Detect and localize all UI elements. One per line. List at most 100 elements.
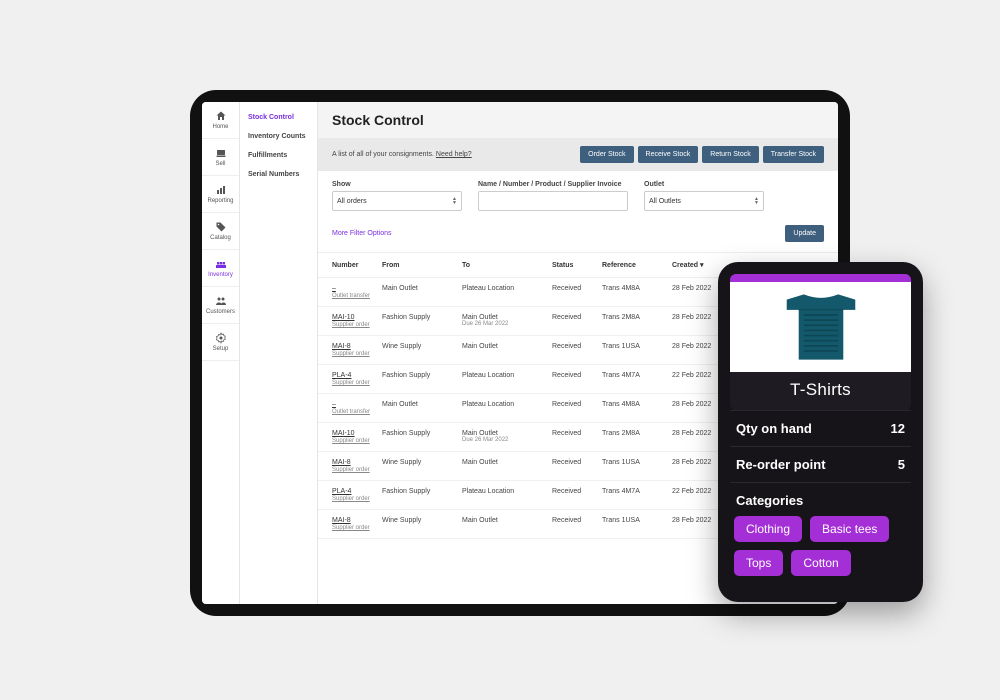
category-tag[interactable]: Cotton <box>791 550 850 576</box>
consignment-number-link[interactable]: PLA-4 <box>332 488 374 495</box>
action-buttons: Order Stock Receive Stock Return Stock T… <box>580 146 824 163</box>
from-cell: Fashion Supply <box>378 423 458 452</box>
to-cell: Plateau Location <box>458 365 548 394</box>
consignment-type: Outlet transfer <box>332 293 370 299</box>
name-filter-input[interactable] <box>478 191 628 211</box>
return-stock-button[interactable]: Return Stock <box>702 146 758 163</box>
rail-label: Reporting <box>207 198 233 204</box>
consignment-type: Supplier order <box>332 322 370 328</box>
to-cell: Plateau Location <box>458 394 548 423</box>
consignment-number-link[interactable]: MAI-8 <box>332 517 374 524</box>
inventory-subnav: Stock Control Inventory Counts Fulfillme… <box>240 102 318 604</box>
product-image <box>730 282 911 372</box>
consignment-type: Outlet transfer <box>332 409 370 415</box>
inventory-icon <box>215 258 227 270</box>
col-reference[interactable]: Reference <box>598 253 668 278</box>
outlet-label: Outlet <box>644 181 764 188</box>
rail-label: Home <box>212 124 228 130</box>
subnav-inventory-counts[interactable]: Inventory Counts <box>240 127 317 146</box>
col-number[interactable]: Number <box>318 253 378 278</box>
from-cell: Wine Supply <box>378 510 458 539</box>
transfer-stock-button[interactable]: Transfer Stock <box>763 146 824 163</box>
col-to[interactable]: To <box>458 253 548 278</box>
status-cell: Received <box>548 394 598 423</box>
status-cell: Received <box>548 365 598 394</box>
rail-label: Sell <box>215 161 225 167</box>
to-cell: Main Outlet <box>458 452 548 481</box>
consignment-number-link[interactable]: – <box>332 285 374 292</box>
category-tag[interactable]: Clothing <box>734 516 802 542</box>
reference-cell: Trans 2M8A <box>598 423 668 452</box>
category-tag[interactable]: Tops <box>734 550 783 576</box>
name-filter-label: Name / Number / Product / Supplier Invoi… <box>478 181 628 188</box>
subnav-stock-control[interactable]: Stock Control <box>240 108 317 127</box>
consignment-number-link[interactable]: MAI-8 <box>332 343 374 350</box>
rail-reporting[interactable]: Reporting <box>202 176 239 213</box>
update-button[interactable]: Update <box>785 225 824 242</box>
filter-bar: Show All orders ▲▼ Name / Number / Produ… <box>318 171 838 221</box>
qty-label: Qty on hand <box>736 421 812 436</box>
status-cell: Received <box>548 423 598 452</box>
chart-icon <box>215 184 227 196</box>
reference-cell: Trans 4M7A <box>598 481 668 510</box>
col-status[interactable]: Status <box>548 253 598 278</box>
need-help-link[interactable]: Need help? <box>436 151 472 158</box>
status-cell: Received <box>548 307 598 336</box>
rail-catalog[interactable]: Catalog <box>202 213 239 250</box>
category-tag[interactable]: Basic tees <box>810 516 889 542</box>
reference-cell: Trans 1USA <box>598 510 668 539</box>
status-cell: Received <box>548 336 598 365</box>
consignment-type: Supplier order <box>332 525 370 531</box>
consignment-number-link[interactable]: – <box>332 401 374 408</box>
rail-customers[interactable]: Customers <box>202 287 239 324</box>
subnav-fulfillments[interactable]: Fulfillments <box>240 146 317 165</box>
gear-icon <box>215 332 227 344</box>
reference-cell: Trans 1USA <box>598 452 668 481</box>
to-cell: Plateau Location <box>458 278 548 307</box>
receive-stock-button[interactable]: Receive Stock <box>638 146 699 163</box>
product-image-card: T-Shirts <box>730 274 911 410</box>
col-from[interactable]: From <box>378 253 458 278</box>
reference-cell: Trans 4M8A <box>598 278 668 307</box>
consignment-number-link[interactable]: MAI-8 <box>332 459 374 466</box>
from-cell: Main Outlet <box>378 278 458 307</box>
reorder-point-row: Re-order point 5 <box>730 446 911 482</box>
page-header: Stock Control <box>318 102 838 138</box>
outlet-select[interactable]: All Outlets ▲▼ <box>644 191 764 211</box>
status-cell: Received <box>548 510 598 539</box>
rail-setup[interactable]: Setup <box>202 324 239 361</box>
page-title: Stock Control <box>332 112 824 128</box>
page-description: A list of all of your consignments. Need… <box>332 151 472 158</box>
to-cell: Main OutletDue 26 Mar 2022 <box>458 423 548 452</box>
show-label: Show <box>332 181 462 188</box>
consignment-number-link[interactable]: MAI-10 <box>332 430 374 437</box>
to-cell: Main Outlet <box>458 336 548 365</box>
reference-cell: Trans 4M7A <box>598 365 668 394</box>
product-detail-card: T-Shirts Qty on hand 12 Re-order point 5… <box>718 262 923 602</box>
consignment-type: Supplier order <box>332 496 370 502</box>
rail-label: Inventory <box>208 272 233 278</box>
more-filter-options-link[interactable]: More Filter Options <box>332 230 392 237</box>
from-cell: Fashion Supply <box>378 365 458 394</box>
show-select[interactable]: All orders ▲▼ <box>332 191 462 211</box>
rail-inventory[interactable]: Inventory <box>202 250 239 287</box>
rail-label: Customers <box>206 309 235 315</box>
rail-sell[interactable]: Sell <box>202 139 239 176</box>
consignment-number-link[interactable]: MAI-10 <box>332 314 374 321</box>
status-cell: Received <box>548 481 598 510</box>
consignment-number-link[interactable]: PLA-4 <box>332 372 374 379</box>
order-stock-button[interactable]: Order Stock <box>580 146 633 163</box>
reference-cell: Trans 4M8A <box>598 394 668 423</box>
from-cell: Fashion Supply <box>378 307 458 336</box>
qty-value: 12 <box>891 421 905 436</box>
to-cell: Main OutletDue 26 Mar 2022 <box>458 307 548 336</box>
toolbar: A list of all of your consignments. Need… <box>318 138 838 171</box>
register-icon <box>215 147 227 159</box>
from-cell: Main Outlet <box>378 394 458 423</box>
subnav-serial-numbers[interactable]: Serial Numbers <box>240 165 317 184</box>
product-title: T-Shirts <box>730 372 911 410</box>
status-cell: Received <box>548 452 598 481</box>
consignment-type: Supplier order <box>332 438 370 444</box>
reorder-value: 5 <box>898 457 905 472</box>
rail-home[interactable]: Home <box>202 102 239 139</box>
